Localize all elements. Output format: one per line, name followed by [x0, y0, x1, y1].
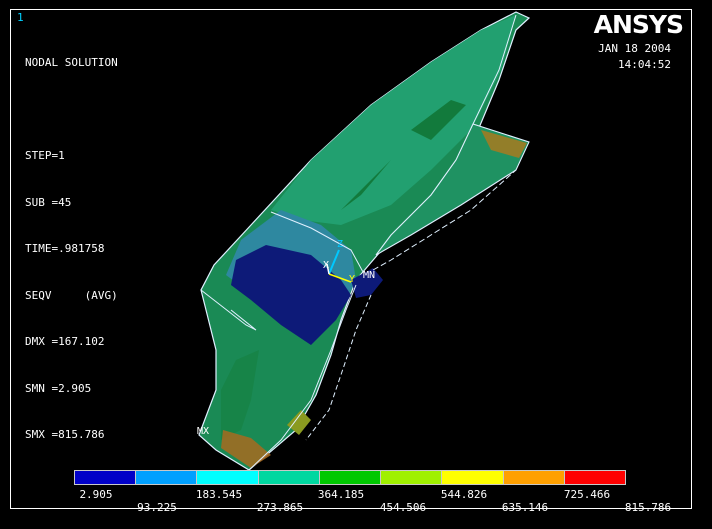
- legend-band: [319, 471, 382, 484]
- min-marker: MN: [363, 270, 375, 281]
- legend-band: [136, 471, 198, 484]
- legend-band: [503, 471, 565, 484]
- legend-tick-upper: 454.506: [379, 501, 427, 514]
- legend-tick-lower: 364.185: [317, 488, 365, 501]
- legend-tick-lower: 183.545: [195, 488, 243, 501]
- triad-y-label: Y: [349, 274, 355, 285]
- legend-band: [258, 471, 320, 484]
- max-marker: MX: [197, 426, 209, 437]
- legend-tick-upper: 815.786: [624, 501, 672, 514]
- legend-tick-upper: 93.225: [137, 501, 177, 514]
- triad-z-label: Z: [337, 239, 343, 250]
- legend-band: [564, 471, 625, 484]
- triad-x-label: X: [323, 260, 329, 271]
- legend-tick-upper: 273.865: [256, 501, 304, 514]
- contour-legend-bar: [74, 470, 626, 485]
- legend-band: [442, 471, 504, 484]
- legend-band: [381, 471, 443, 484]
- legend-tick-lower: 2.905: [79, 488, 113, 501]
- graphics-window[interactable]: 1 NODAL SOLUTION STEP=1 SUB =45 TIME=.98…: [10, 9, 693, 514]
- legend-tick-lower: 544.826: [440, 488, 488, 501]
- legend-tick-lower: 725.466: [563, 488, 611, 501]
- legend-band: [75, 471, 137, 484]
- model-contour-plot[interactable]: Z Y X MN MX: [11, 10, 693, 510]
- legend-band: [197, 471, 259, 484]
- legend-tick-upper: 635.146: [501, 501, 549, 514]
